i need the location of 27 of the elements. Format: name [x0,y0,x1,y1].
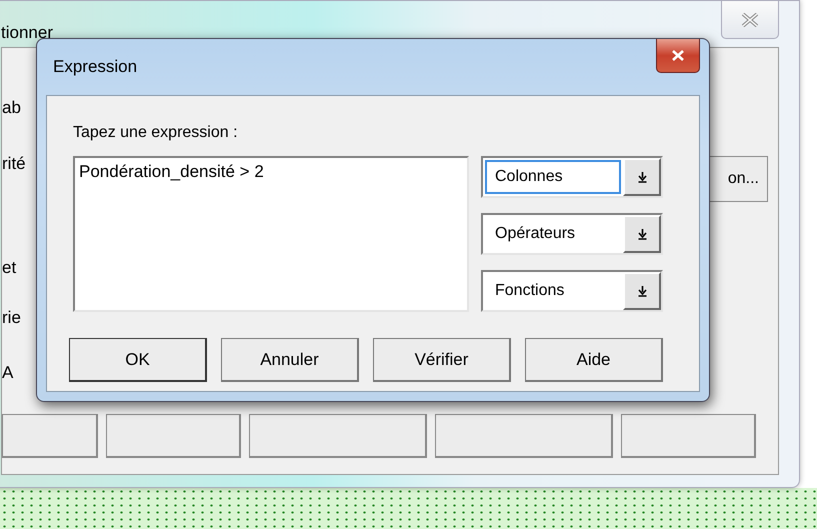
dialog-button[interactable]: Vérifier [373,338,511,382]
close-icon [741,12,759,26]
obscured-button[interactable] [106,414,241,458]
obscured-button[interactable] [2,414,98,458]
download-arrow-icon [638,172,646,182]
obscured-button[interactable] [435,414,613,458]
dropdown[interactable]: Opérateurs [481,213,663,255]
field-label: rité [2,154,26,174]
field-label: A [2,363,14,383]
prompt-label: Tapez une expression : [73,124,239,142]
field-label: rie [2,308,21,328]
field-label: et [2,258,16,278]
dialog-button[interactable]: Aide [525,338,663,382]
dropdown[interactable]: Fonctions [481,270,663,312]
download-arrow-icon [638,228,646,240]
expression-field[interactable]: Pondération_densité > 2 [73,156,469,312]
window-title: tionner [1,23,53,43]
obscured-button[interactable] [249,414,427,458]
obscured-button[interactable] [621,414,756,458]
field-label: ab [2,98,21,118]
dialog-button[interactable]: Annuler [221,338,359,382]
download-arrow-icon [638,286,646,296]
dropdown[interactable]: Colonnes [481,156,663,198]
dialog-button[interactable]: OK [69,338,207,382]
dialog-title: Expression [53,57,138,77]
close-icon [671,50,685,61]
close-button[interactable] [656,39,700,73]
